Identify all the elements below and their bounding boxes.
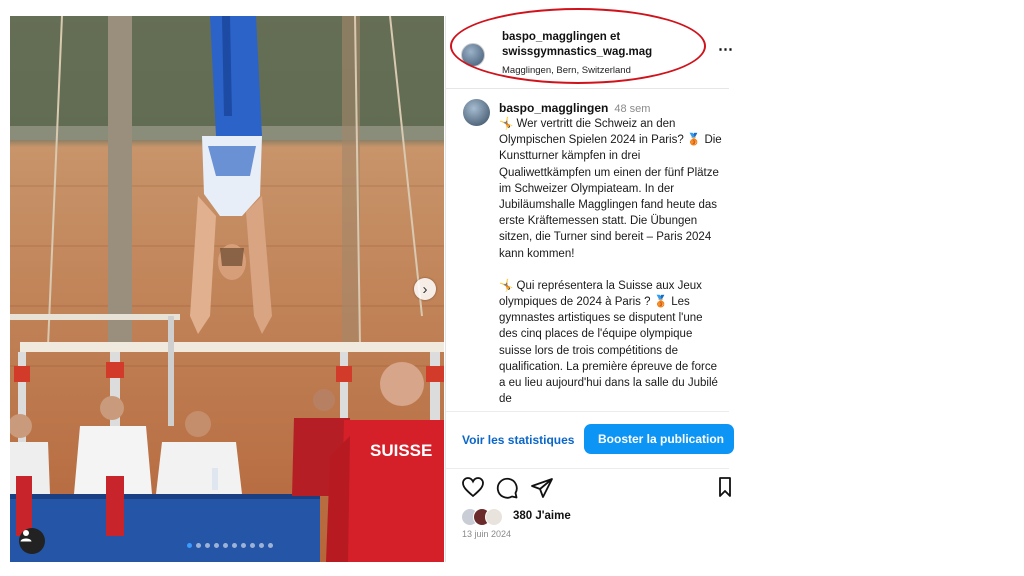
caption-section: baspo_magglingen 48 sem 🤸 Wer vertritt di… xyxy=(446,89,729,411)
caption-username[interactable]: baspo_magglingen xyxy=(499,101,608,115)
caption-text: 🤸 Wer vertritt die Schweiz an den Olympi… xyxy=(499,116,723,411)
post-location[interactable]: Magglingen, Bern, Switzerland xyxy=(502,65,631,76)
more-options-icon[interactable]: ⋯ xyxy=(718,40,733,58)
view-insights-link[interactable]: Voir les statistiques xyxy=(462,433,574,447)
next-image-button[interactable]: › xyxy=(414,278,436,300)
author-avatar[interactable] xyxy=(461,43,485,67)
comment-icon[interactable] xyxy=(495,476,519,500)
heart-icon[interactable] xyxy=(461,476,485,498)
carousel-dot xyxy=(232,543,237,548)
post-header: baspo_magglingen et swissgymnastics_wag.… xyxy=(446,8,733,89)
username-primary[interactable]: baspo_magglingen et xyxy=(502,30,682,45)
jersey-text: SUISSE xyxy=(370,441,432,460)
caption-paragraph-de: 🤸 Wer vertritt die Schweiz an den Olympi… xyxy=(499,118,722,260)
chevron-right-icon: › xyxy=(422,280,428,298)
post-photo[interactable]: SUISSE › xyxy=(10,16,444,562)
share-icon[interactable] xyxy=(530,476,554,500)
carousel-dot xyxy=(259,543,264,548)
post-date: 13 juin 2024 xyxy=(462,529,512,539)
carousel-dot xyxy=(214,543,219,548)
carousel-dot xyxy=(205,543,210,548)
user-tag-icon xyxy=(20,530,32,542)
carousel-dot xyxy=(241,543,246,548)
carousel-dot xyxy=(250,543,255,548)
boost-post-button[interactable]: Booster la publication xyxy=(584,424,734,454)
carousel-dot xyxy=(268,543,273,548)
post-sidebar: baspo_magglingen et swissgymnastics_wag.… xyxy=(445,8,734,562)
owner-actions-bar: Voir les statistiques Booster la publica… xyxy=(446,411,734,469)
likes-count[interactable]: 380 J'aime xyxy=(513,510,571,522)
likes-row: 380 J'aime xyxy=(461,508,721,526)
username-collaborator[interactable]: swissgymnastics_wag.mag xyxy=(502,45,682,60)
user-tag-button[interactable] xyxy=(19,528,45,554)
caption-time: 48 sem xyxy=(614,103,651,115)
gymnast-photo-illustration: SUISSE xyxy=(10,16,444,562)
caption-avatar[interactable] xyxy=(463,99,490,126)
engagement-icons xyxy=(461,476,731,502)
collab-usernames[interactable]: baspo_magglingen et swissgymnastics_wag.… xyxy=(502,30,682,60)
carousel-dot xyxy=(196,543,201,548)
caption-username-row: baspo_magglingen 48 sem xyxy=(499,101,650,115)
caption-paragraph-fr: 🤸 Qui représentera la Suisse aux Jeux ol… xyxy=(499,279,718,406)
carousel-dot xyxy=(223,543,228,548)
liker-avatar xyxy=(485,508,503,526)
bookmark-icon[interactable] xyxy=(718,476,732,498)
carousel-indicator xyxy=(187,543,273,548)
carousel-dot xyxy=(187,543,192,548)
